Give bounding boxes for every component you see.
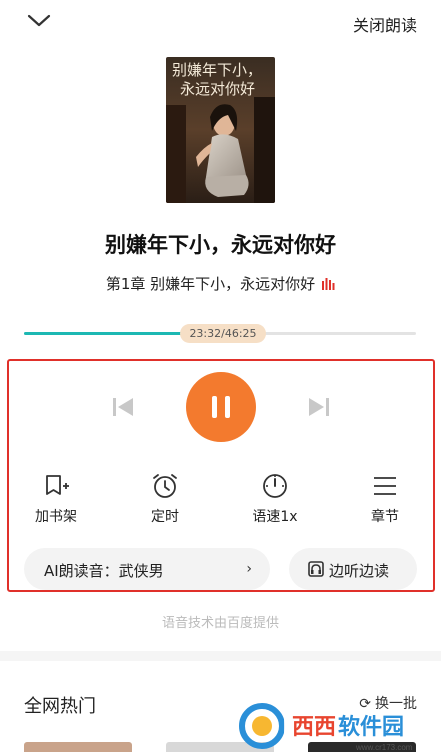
previous-chapter-button[interactable] [111, 396, 135, 418]
progress-thumb[interactable]: 23:32/46:25 [180, 324, 266, 343]
close-read-aloud-button[interactable]: 关闭朗读 [353, 12, 417, 36]
add-to-bookshelf-button[interactable]: 加书架 [21, 472, 91, 526]
svg-text:西西: 西西 [292, 714, 336, 739]
section-divider [0, 651, 441, 661]
listen-and-read-button[interactable]: 边听边读 [289, 548, 417, 590]
collapse-button[interactable] [26, 10, 52, 32]
speed-button[interactable]: 语速1x [240, 472, 310, 526]
pause-icon-bar [225, 396, 230, 418]
listen-and-read-label: 边听边读 [329, 562, 390, 580]
menu-lines-icon [374, 477, 396, 495]
svg-text:www.cr173.com: www.cr173.com [355, 743, 413, 752]
speedometer-icon [263, 474, 287, 498]
hot-book-thumbnail[interactable] [24, 742, 132, 752]
ai-voice-selector[interactable]: AI朗读音：武侠男 › [24, 548, 270, 590]
chapters-button[interactable]: 章节 [350, 472, 420, 526]
headphones-book-icon [308, 561, 324, 577]
cover-title-line2: 永远对你好 [180, 80, 256, 98]
svg-text:软件园: 软件园 [338, 714, 404, 739]
tool-label-chapters: 章节 [371, 509, 399, 525]
chevron-right-icon: › [246, 561, 252, 577]
ai-voice-label: AI朗读音：武侠男 [44, 562, 164, 580]
tool-label-timer: 定时 [151, 509, 179, 525]
pause-icon [212, 396, 217, 418]
chapter-line: 第1章 别嫌年下小，永远对你好 [0, 273, 441, 295]
tool-label-bookshelf: 加书架 [35, 509, 77, 525]
chevron-down-icon [27, 14, 51, 27]
top-bar: 关闭朗读 [0, 0, 441, 46]
cover-title-line1: 别嫌年下小， [172, 61, 263, 79]
pause-button[interactable] [186, 372, 256, 442]
timer-button[interactable]: 定时 [130, 472, 200, 526]
tool-label-speed: 语速1x [252, 509, 298, 525]
audio-wave-icon [321, 277, 335, 295]
provider-credit: 语音技术由百度提供 [161, 616, 279, 631]
add-bookshelf-icon [46, 475, 69, 495]
watermark-logo: 西西 软件园 www.cr173.com [236, 696, 441, 752]
next-chapter-button[interactable] [307, 396, 331, 418]
hot-section-title: 全网热门 [24, 696, 96, 717]
book-title: 别嫌年下小，永远对你好 [105, 233, 336, 257]
skip-previous-icon [113, 398, 133, 416]
skip-next-icon [309, 398, 329, 416]
alarm-clock-icon [153, 474, 177, 498]
book-cover: 别嫌年下小， 永远对你好 [166, 57, 275, 203]
chapter-title: 第1章 别嫌年下小，永远对你好 [105, 275, 316, 293]
